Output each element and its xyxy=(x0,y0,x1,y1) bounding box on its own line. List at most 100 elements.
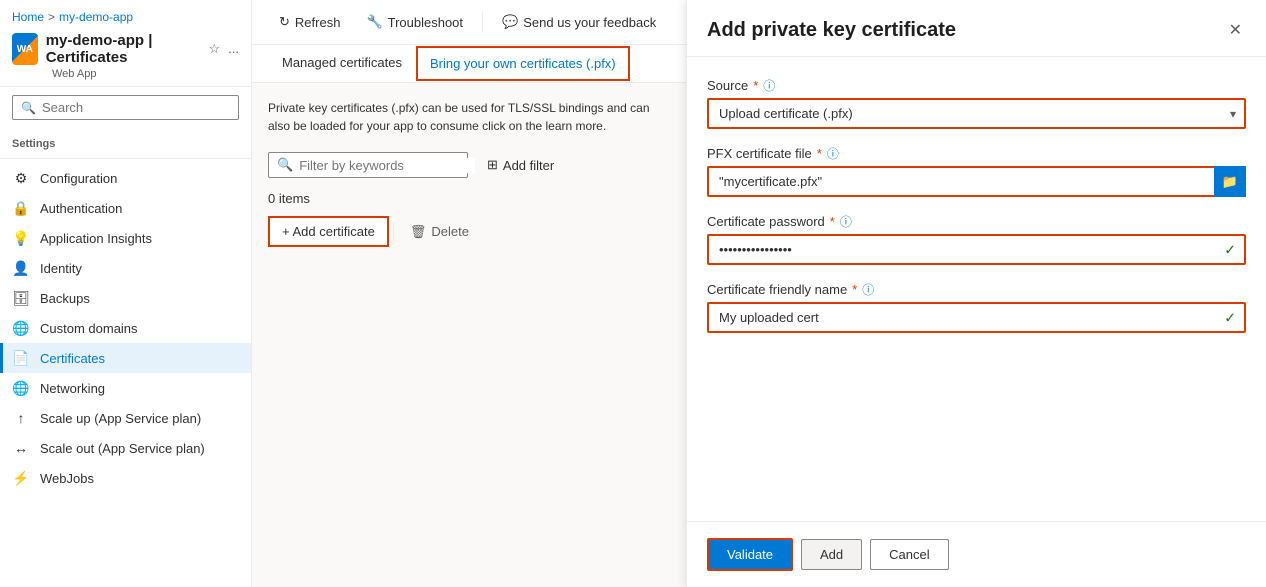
pfx-input[interactable] xyxy=(707,166,1246,197)
filter-input[interactable] xyxy=(299,158,475,173)
main-content-area: ↻ Refresh 🔧 Troubleshoot 💬 Send us your … xyxy=(252,0,686,587)
add-filter-button[interactable]: ⊞ Add filter xyxy=(476,151,565,179)
search-icon: 🔍 xyxy=(21,101,36,115)
webjobs-icon: ⚡ xyxy=(12,469,30,487)
sidebar-item-label: Application Insights xyxy=(40,231,152,246)
sidebar-item-authentication[interactable]: 🔒 Authentication xyxy=(0,193,251,223)
source-label: Source * ⓘ xyxy=(707,77,1246,94)
pfx-input-wrapper: 📁 xyxy=(707,166,1246,197)
search-input[interactable] xyxy=(42,100,230,115)
app-name: my-demo-app | Certificates xyxy=(46,32,201,66)
tab-own-certificates[interactable]: Bring your own certificates (.pfx) xyxy=(416,46,630,81)
sidebar-item-scale-out[interactable]: ↔ Scale out (App Service plan) xyxy=(0,433,251,463)
sidebar-item-label: Identity xyxy=(40,261,82,276)
breadcrumb: Home > my-demo-app xyxy=(12,10,239,24)
delete-label: Delete xyxy=(431,224,469,239)
sidebar-item-networking[interactable]: 🌐 Networking xyxy=(0,373,251,403)
scale-up-icon: ↑ xyxy=(12,409,30,427)
action-separator xyxy=(393,222,394,242)
breadcrumb-home[interactable]: Home xyxy=(12,10,44,24)
refresh-button[interactable]: ↻ Refresh xyxy=(268,8,351,36)
tab-managed[interactable]: Managed certificates xyxy=(268,45,416,82)
feedback-label: Send us your feedback xyxy=(523,15,656,30)
password-input-wrapper: ✓ xyxy=(707,234,1246,265)
breadcrumb-app[interactable]: my-demo-app xyxy=(59,10,133,24)
scale-out-icon: ↔ xyxy=(12,439,30,457)
source-select[interactable]: Upload certificate (.pfx) xyxy=(707,98,1246,129)
filter-search-icon: 🔍 xyxy=(277,157,293,173)
add-certificate-button[interactable]: + Add certificate xyxy=(268,216,389,247)
refresh-icon: ↻ xyxy=(279,14,290,30)
troubleshoot-button[interactable]: 🔧 Troubleshoot xyxy=(355,8,474,36)
favorite-icon[interactable]: ☆ xyxy=(209,41,221,57)
friendly-name-label: Certificate friendly name * ⓘ xyxy=(707,281,1246,298)
certificates-icon: 📄 xyxy=(12,349,30,367)
friendly-name-group: Certificate friendly name * ⓘ ✓ xyxy=(707,281,1246,333)
friendly-input-wrapper: ✓ xyxy=(707,302,1246,333)
password-input[interactable] xyxy=(707,234,1246,265)
friendly-info-icon[interactable]: ⓘ xyxy=(862,281,874,298)
sidebar-item-label: Scale up (App Service plan) xyxy=(40,411,201,426)
panel-close-button[interactable]: ✕ xyxy=(1225,16,1246,44)
add-cert-label: + Add certificate xyxy=(282,224,375,239)
sidebar-item-certificates[interactable]: 📄 Certificates xyxy=(0,343,251,373)
insights-icon: 💡 xyxy=(12,229,30,247)
friendly-name-input[interactable] xyxy=(707,302,1246,333)
sidebar-item-label: Authentication xyxy=(40,201,122,216)
cancel-button[interactable]: Cancel xyxy=(870,539,948,570)
filter-input-wrapper: 🔍 xyxy=(268,152,468,178)
pfx-required: * xyxy=(817,146,822,161)
app-icon: WA xyxy=(12,33,38,65)
pfx-label: PFX certificate file * ⓘ xyxy=(707,145,1246,162)
file-icon: 📁 xyxy=(1222,174,1238,190)
friendly-required: * xyxy=(852,282,857,297)
feedback-button[interactable]: 💬 Send us your feedback xyxy=(491,8,667,36)
app-title-actions[interactable]: ☆ ... xyxy=(209,41,240,57)
identity-icon: 👤 xyxy=(12,259,30,277)
source-group: Source * ⓘ Upload certificate (.pfx) ▾ xyxy=(707,77,1246,129)
sidebar-item-label: Scale out (App Service plan) xyxy=(40,441,205,456)
password-label: Certificate password * ⓘ xyxy=(707,213,1246,230)
source-info-icon[interactable]: ⓘ xyxy=(763,77,775,94)
sidebar-item-custom-domains[interactable]: 🌐 Custom domains xyxy=(0,313,251,343)
panel-header: Add private key certificate ✕ xyxy=(687,0,1266,57)
sidebar-item-webjobs[interactable]: ⚡ WebJobs xyxy=(0,463,251,493)
sidebar-item-application-insights[interactable]: 💡 Application Insights xyxy=(0,223,251,253)
filter-icon: ⊞ xyxy=(487,157,498,173)
validate-button[interactable]: Validate xyxy=(707,538,793,571)
sidebar-item-label: Certificates xyxy=(40,351,105,366)
sidebar-header: Home > my-demo-app WA my-demo-app | Cert… xyxy=(0,0,251,87)
items-count: 0 items xyxy=(268,191,670,206)
search-box: 🔍 xyxy=(12,95,239,120)
sidebar-item-configuration[interactable]: ⚙ Configuration xyxy=(0,163,251,193)
password-check-icon: ✓ xyxy=(1224,241,1236,258)
sidebar-item-label: Networking xyxy=(40,381,105,396)
toolbar-separator xyxy=(482,12,483,32)
configuration-icon: ⚙ xyxy=(12,169,30,187)
action-row: + Add certificate 🗑 Delete xyxy=(268,216,670,247)
domains-icon: 🌐 xyxy=(12,319,30,337)
add-button[interactable]: Add xyxy=(801,539,862,570)
password-info-icon[interactable]: ⓘ xyxy=(840,213,852,230)
sidebar-item-scale-up[interactable]: ↑ Scale up (App Service plan) xyxy=(0,403,251,433)
app-type: Web App xyxy=(52,68,239,80)
tabs-row: Managed certificates Bring your own cert… xyxy=(252,45,686,83)
delete-button[interactable]: 🗑 Delete xyxy=(398,218,481,246)
sidebar-item-identity[interactable]: 👤 Identity xyxy=(0,253,251,283)
sidebar-item-label: Configuration xyxy=(40,171,117,186)
sidebar-item-label: Backups xyxy=(40,291,90,306)
main-content: Private key certificates (.pfx) can be u… xyxy=(252,83,686,587)
troubleshoot-icon: 🔧 xyxy=(366,14,382,30)
pfx-file-button[interactable]: 📁 xyxy=(1214,166,1246,197)
networking-icon: 🌐 xyxy=(12,379,30,397)
delete-icon: 🗑 xyxy=(410,224,427,240)
main-toolbar: ↻ Refresh 🔧 Troubleshoot 💬 Send us your … xyxy=(252,0,686,45)
pfx-info-icon[interactable]: ⓘ xyxy=(827,145,839,162)
filter-row: 🔍 ⊞ Add filter xyxy=(268,151,670,179)
more-icon[interactable]: ... xyxy=(228,41,239,57)
sidebar-item-backups[interactable]: 🗄 Backups xyxy=(0,283,251,313)
panel-footer: Validate Add Cancel xyxy=(687,521,1266,587)
panel-body: Source * ⓘ Upload certificate (.pfx) ▾ P… xyxy=(687,57,1266,521)
backups-icon: 🗄 xyxy=(12,289,30,307)
app-title-row: WA my-demo-app | Certificates ☆ ... xyxy=(12,32,239,66)
